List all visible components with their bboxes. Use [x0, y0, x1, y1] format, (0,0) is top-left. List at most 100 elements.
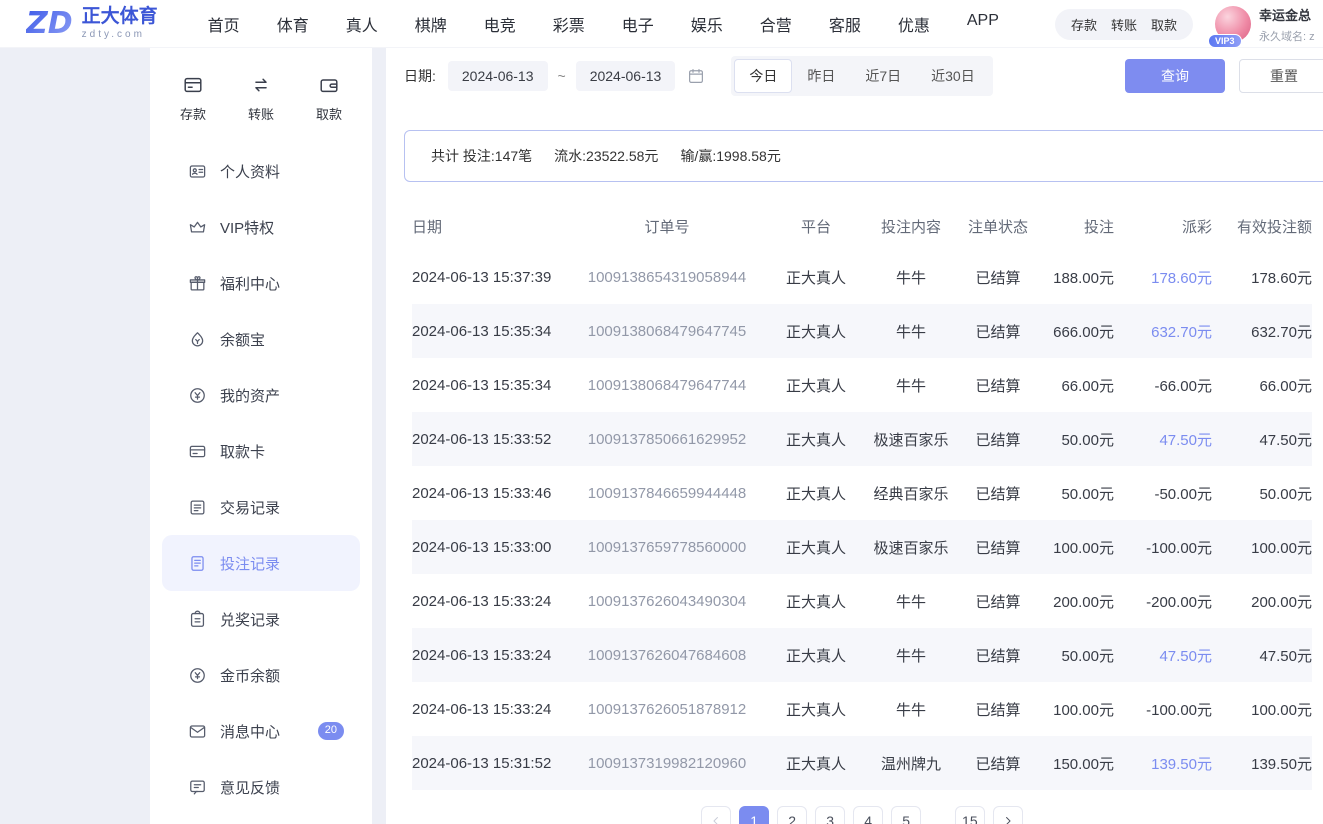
- nav-item-优惠[interactable]: 优惠: [898, 12, 930, 36]
- sidebar-item-福利中心[interactable]: 福利中心: [150, 255, 372, 311]
- transactions-icon: [188, 498, 207, 517]
- cell-order_no: 1009137846659944448: [562, 466, 772, 520]
- quick-action-label: 转账: [248, 104, 274, 123]
- cell-valid: 100.00元: [1212, 682, 1312, 736]
- table-row[interactable]: 2024-06-13 15:33:521009137850661629952正大…: [412, 412, 1312, 466]
- cell-status: 已结算: [962, 358, 1034, 412]
- quick-action-取款[interactable]: 取款: [316, 74, 342, 123]
- nav-item-彩票[interactable]: 彩票: [553, 12, 585, 36]
- quick-action-label: 存款: [180, 104, 206, 123]
- cell-payout: -50.00元: [1114, 466, 1212, 520]
- table-row[interactable]: 2024-06-13 15:33:001009137659778560000正大…: [412, 520, 1312, 574]
- range-chip-近7日[interactable]: 近7日: [850, 59, 916, 93]
- sidebar-item-label: 福利中心: [220, 273, 280, 294]
- cell-platform: 正大真人: [772, 466, 860, 520]
- sidebar-item-我的资产[interactable]: 我的资产: [150, 367, 372, 423]
- page-button-15[interactable]: 15: [955, 806, 985, 824]
- table-header-row: 日期订单号平台投注内容注单状态投注派彩有效投注额: [412, 202, 1312, 250]
- cell-valid: 66.00元: [1212, 358, 1312, 412]
- date-end-input[interactable]: 2024-06-13: [576, 61, 676, 91]
- cell-status: 已结算: [962, 304, 1034, 358]
- cell-platform: 正大真人: [772, 736, 860, 790]
- nav-item-真人[interactable]: 真人: [346, 12, 378, 36]
- sidebar-item-交易记录[interactable]: 交易记录: [150, 479, 372, 535]
- cell-date: 2024-06-13 15:33:24: [412, 682, 562, 736]
- table-row[interactable]: 2024-06-13 15:33:241009137626051878912正大…: [412, 682, 1312, 736]
- sidebar-item-取款卡[interactable]: 取款卡: [150, 423, 372, 479]
- cell-status: 已结算: [962, 250, 1034, 304]
- nav-item-体育[interactable]: 体育: [277, 12, 309, 36]
- summary-segment: 输/赢:1998.58元: [680, 146, 780, 166]
- sidebar-item-金币余额[interactable]: 金币余额: [150, 647, 372, 703]
- nav-item-娱乐[interactable]: 娱乐: [691, 12, 723, 36]
- page-button-5[interactable]: 5: [891, 806, 921, 824]
- cell-content: 经典百家乐: [860, 466, 962, 520]
- query-button[interactable]: 查询: [1125, 59, 1225, 93]
- assets-icon: [188, 386, 207, 405]
- table-row[interactable]: 2024-06-13 15:31:521009137319982120960正大…: [412, 736, 1312, 790]
- wallet-action-转账[interactable]: 转账: [1111, 15, 1137, 34]
- nav-item-棋牌[interactable]: 棋牌: [415, 12, 447, 36]
- sidebar-item-个人资料[interactable]: 个人资料: [150, 143, 372, 199]
- nav-item-客服[interactable]: 客服: [829, 12, 861, 36]
- cell-payout: 178.60元: [1114, 250, 1212, 304]
- table-row[interactable]: 2024-06-13 15:33:241009137626043490304正大…: [412, 574, 1312, 628]
- page-button-2[interactable]: 2: [777, 806, 807, 824]
- quick-action-存款[interactable]: 存款: [180, 74, 206, 123]
- sidebar-item-兑奖记录[interactable]: 兑奖记录: [150, 591, 372, 647]
- main-nav: 首页 体育 真人 棋牌 电竞 彩票 电子 娱乐 合营 客服 优惠 APP: [208, 12, 999, 36]
- cell-payout: -66.00元: [1114, 358, 1212, 412]
- table-row[interactable]: 2024-06-13 15:37:391009138654319058944正大…: [412, 250, 1312, 304]
- sidebar-item-label: 我的资产: [220, 385, 280, 406]
- nav-item-电子[interactable]: 电子: [622, 12, 654, 36]
- pagination-next-button[interactable]: [993, 806, 1023, 824]
- table-row[interactable]: 2024-06-13 15:35:341009138068479647745正大…: [412, 304, 1312, 358]
- sidebar-item-label: VIP特权: [220, 217, 274, 238]
- wallet-action-取款[interactable]: 取款: [1151, 15, 1177, 34]
- range-chip-昨日[interactable]: 昨日: [792, 59, 850, 93]
- cell-date: 2024-06-13 15:35:34: [412, 358, 562, 412]
- brand-name: 正大体育: [82, 7, 158, 27]
- nav-item-合营[interactable]: 合营: [760, 12, 792, 36]
- table-row[interactable]: 2024-06-13 15:35:341009138068479647744正大…: [412, 358, 1312, 412]
- coin-icon: [188, 666, 207, 685]
- cell-status: 已结算: [962, 574, 1034, 628]
- quick-action-转账[interactable]: 转账: [248, 74, 274, 123]
- cell-date: 2024-06-13 15:33:24: [412, 628, 562, 682]
- table-row[interactable]: 2024-06-13 15:33:461009137846659944448正大…: [412, 466, 1312, 520]
- summary-bar: 共计 投注:147笔流水:23522.58元输/赢:1998.58元: [404, 130, 1323, 182]
- cell-content: 牛牛: [860, 358, 962, 412]
- cell-platform: 正大真人: [772, 250, 860, 304]
- cell-content: 极速百家乐: [860, 412, 962, 466]
- cell-date: 2024-06-13 15:33:24: [412, 574, 562, 628]
- wallet-action-存款[interactable]: 存款: [1071, 15, 1097, 34]
- main-content: 日期: 2024-06-13 ~ 2024-06-13 今日昨日近7日近30日 …: [386, 48, 1323, 824]
- sidebar-item-余额宝[interactable]: 余额宝: [150, 311, 372, 367]
- reset-button[interactable]: 重置: [1239, 59, 1323, 93]
- user-info[interactable]: 幸运金总 永久域名: z: [1259, 5, 1323, 44]
- page-button-3[interactable]: 3: [815, 806, 845, 824]
- sidebar-item-投注记录[interactable]: 投注记录: [162, 535, 360, 591]
- page-button-4[interactable]: 4: [853, 806, 883, 824]
- date-filter-label: 日期:: [404, 66, 436, 86]
- date-start-input[interactable]: 2024-06-13: [448, 61, 548, 91]
- range-chip-今日[interactable]: 今日: [734, 59, 792, 93]
- cell-content: 牛牛: [860, 250, 962, 304]
- sidebar-item-意见反馈[interactable]: 意见反馈: [150, 759, 372, 815]
- header-right: 存款转账取款 VIP3 幸运金总 永久域名: z: [1055, 0, 1323, 48]
- sidebar-item-VIP特权[interactable]: VIP特权: [150, 199, 372, 255]
- nav-item-APP[interactable]: APP: [967, 12, 999, 36]
- page-button-1[interactable]: 1: [739, 806, 769, 824]
- table-row[interactable]: 2024-06-13 15:33:241009137626047684608正大…: [412, 628, 1312, 682]
- brand-text: 正大体育 zdty.com: [82, 7, 158, 40]
- pagination-prev-button[interactable]: [701, 806, 731, 824]
- nav-item-首页[interactable]: 首页: [208, 12, 240, 36]
- column-header-订单号: 订单号: [562, 202, 772, 250]
- calendar-icon[interactable]: [687, 67, 705, 85]
- cell-payout: -100.00元: [1114, 682, 1212, 736]
- brand-logo[interactable]: ZD 正大体育 zdty.com: [26, 7, 158, 40]
- range-chip-近30日[interactable]: 近30日: [916, 59, 990, 93]
- sidebar-item-消息中心[interactable]: 消息中心20: [150, 703, 372, 759]
- cell-bet: 100.00元: [1034, 682, 1114, 736]
- nav-item-电竞[interactable]: 电竞: [484, 12, 516, 36]
